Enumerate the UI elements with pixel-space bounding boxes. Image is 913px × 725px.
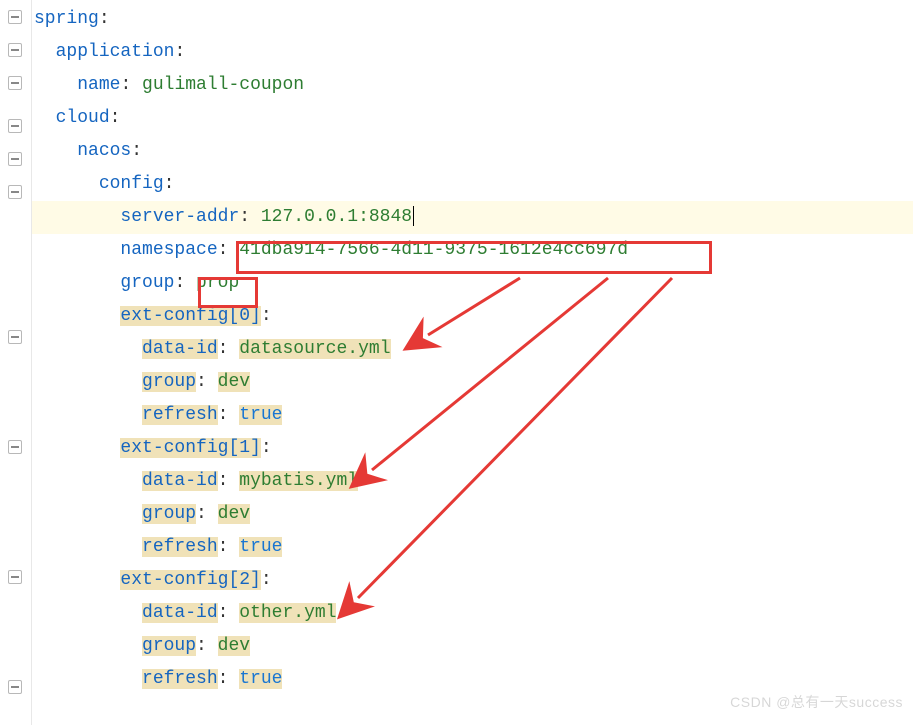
code-line: data-id: other.yml <box>32 597 913 630</box>
code-line: config: <box>32 168 913 201</box>
code-line: namespace: 41dba914-7566-4d11-9375-1612e… <box>32 234 913 267</box>
yaml-key: ext-config[2] <box>120 570 260 590</box>
fold-icon[interactable] <box>8 330 22 344</box>
fold-icon[interactable] <box>8 10 22 24</box>
code-line: ext-config[0]: <box>32 300 913 333</box>
yaml-key: group <box>142 372 196 392</box>
yaml-value: prop <box>196 273 239 293</box>
yaml-key: refresh <box>142 537 218 557</box>
fold-icon[interactable] <box>8 185 22 199</box>
yaml-key: group <box>142 504 196 524</box>
code-line: refresh: true <box>32 399 913 432</box>
fold-icon[interactable] <box>8 76 22 90</box>
code-line: group: dev <box>32 498 913 531</box>
code-line: nacos: <box>32 135 913 168</box>
yaml-value: dev <box>218 504 250 524</box>
fold-icon[interactable] <box>8 119 22 133</box>
code-line: data-id: datasource.yml <box>32 333 913 366</box>
yaml-key: application <box>56 42 175 62</box>
code-line: ext-config[1]: <box>32 432 913 465</box>
yaml-value: dev <box>218 636 250 656</box>
yaml-value: 127.0.0.1:8848 <box>261 207 412 227</box>
yaml-key: cloud <box>56 108 110 128</box>
yaml-value: mybatis.yml <box>239 471 358 491</box>
code-line: data-id: mybatis.yml <box>32 465 913 498</box>
text-cursor <box>413 206 414 226</box>
yaml-key: ext-config[0] <box>120 306 260 326</box>
yaml-key: namespace <box>120 240 217 260</box>
yaml-key: data-id <box>142 339 218 359</box>
code-line: application: <box>32 36 913 69</box>
fold-icon[interactable] <box>8 152 22 166</box>
code-line: group: prop <box>32 267 913 300</box>
yaml-key: spring <box>34 9 99 29</box>
fold-icon[interactable] <box>8 440 22 454</box>
yaml-value: true <box>239 537 282 557</box>
yaml-key: nacos <box>77 141 131 161</box>
yaml-value: dev <box>218 372 250 392</box>
code-line: group: dev <box>32 366 913 399</box>
yaml-key: group <box>142 636 196 656</box>
yaml-value: 41dba914-7566-4d11-9375-1612e4cc697d <box>239 240 628 260</box>
fold-icon[interactable] <box>8 680 22 694</box>
code-editor[interactable]: spring: application: name: gulimall-coup… <box>32 0 913 696</box>
yaml-key: group <box>120 273 174 293</box>
yaml-value: datasource.yml <box>239 339 390 359</box>
yaml-key: name <box>77 75 120 95</box>
code-line: name: gulimall-coupon <box>32 69 913 102</box>
code-line: spring: <box>32 3 913 36</box>
yaml-key: refresh <box>142 405 218 425</box>
code-line: ext-config[2]: <box>32 564 913 597</box>
yaml-value: gulimall-coupon <box>142 75 304 95</box>
watermark: CSDN @总有一天success <box>730 686 903 719</box>
code-line: group: dev <box>32 630 913 663</box>
fold-icon[interactable] <box>8 43 22 57</box>
yaml-value: true <box>239 669 282 689</box>
fold-icon[interactable] <box>8 570 22 584</box>
yaml-key: data-id <box>142 471 218 491</box>
yaml-value: true <box>239 405 282 425</box>
editor-gutter <box>0 0 32 725</box>
yaml-key: data-id <box>142 603 218 623</box>
yaml-key: ext-config[1] <box>120 438 260 458</box>
yaml-key: config <box>99 174 164 194</box>
code-line: cloud: <box>32 102 913 135</box>
code-line-highlighted: server-addr: 127.0.0.1:8848 <box>32 201 913 234</box>
yaml-key: server-addr <box>120 207 239 227</box>
code-line: refresh: true <box>32 531 913 564</box>
yaml-key: refresh <box>142 669 218 689</box>
yaml-value: other.yml <box>239 603 336 623</box>
